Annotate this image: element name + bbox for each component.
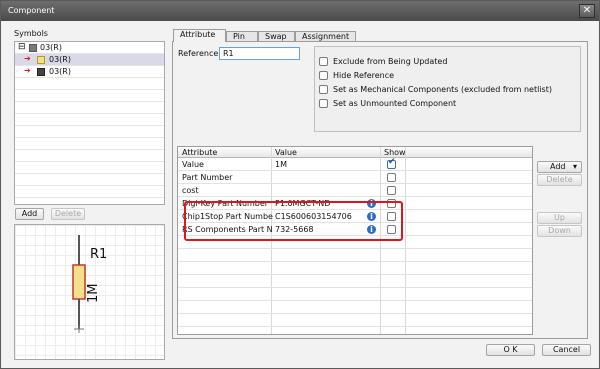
column-show[interactable]: Show <box>384 148 406 157</box>
grid-row[interactable]: Part Number <box>178 171 532 184</box>
attribute-name: cost <box>182 186 199 195</box>
tree-empty-row <box>15 174 164 186</box>
window-title: Component <box>8 6 55 15</box>
attribute-panel: Reference R1 Exclude from Being Updated … <box>172 41 588 339</box>
part-icon <box>37 56 45 64</box>
attribute-value[interactable]: 1M <box>275 160 287 169</box>
tree-empty-row <box>15 78 164 90</box>
tree-empty-row <box>15 138 164 150</box>
tree-empty-row <box>15 162 164 174</box>
part-icon <box>37 68 45 76</box>
move-up-button[interactable]: Up <box>537 212 582 224</box>
highlight-box <box>184 201 403 241</box>
column-attribute[interactable]: Attribute <box>182 148 217 157</box>
add-label: Add <box>550 162 566 171</box>
tree-empty-row <box>15 186 164 198</box>
cancel-button[interactable]: Cancel <box>542 344 591 356</box>
tree-item-label: 03(R) <box>49 55 71 64</box>
ok-button[interactable]: O K <box>486 344 535 356</box>
tree-empty-row <box>15 150 164 162</box>
checkbox[interactable] <box>319 85 328 94</box>
reference-input[interactable]: R1 <box>219 47 300 60</box>
symbols-tree[interactable]: ⊟ 03(R) ➔ 03(R) ➔ 03(R) <box>14 41 165 205</box>
reference-label: Reference <box>178 49 219 58</box>
grid-row[interactable]: cost <box>178 184 532 197</box>
preview-value: 1M <box>86 283 101 304</box>
collapse-icon[interactable]: ⊟ <box>18 42 26 52</box>
column-value[interactable]: Value <box>275 148 297 157</box>
symbols-label: Symbols <box>14 29 48 38</box>
symbol-icon <box>29 44 37 52</box>
move-down-button[interactable]: Down <box>537 225 582 237</box>
grid-empty-row <box>178 249 532 262</box>
grid-header: Attribute Value Show <box>178 147 532 158</box>
option-hide-reference[interactable]: Hide Reference <box>319 71 394 81</box>
attribute-name: Value <box>182 160 204 169</box>
options-box: Exclude from Being Updated Hide Referenc… <box>314 46 581 132</box>
tree-item-label: 03(R) <box>49 67 71 76</box>
attribute-delete-button[interactable]: Delete <box>537 174 582 186</box>
checkbox[interactable] <box>319 99 328 108</box>
tree-item-label: 03(R) <box>40 43 62 52</box>
tree-empty-row <box>15 114 164 126</box>
close-button[interactable]: ✕ <box>579 4 595 18</box>
grid-empty-row <box>178 314 532 327</box>
show-checkbox[interactable] <box>387 186 396 195</box>
close-icon: ✕ <box>582 5 592 16</box>
component-dialog: Component ✕ Symbols ⊟ 03(R) ➔ 03(R) ➔ 03… <box>0 0 600 369</box>
dialog-client: Symbols ⊟ 03(R) ➔ 03(R) ➔ 03(R) Add Dele… <box>2 21 598 368</box>
tree-item-root[interactable]: ⊟ 03(R) <box>15 42 164 54</box>
grid-empty-row <box>178 275 532 288</box>
attribute-add-button[interactable]: Add ▾ <box>537 161 582 173</box>
symbol-add-button[interactable]: Add <box>15 208 44 220</box>
checkbox[interactable] <box>319 71 328 80</box>
preview-reference: R1 <box>90 247 108 262</box>
arrow-right-icon: ➔ <box>24 54 31 63</box>
grid-empty-row <box>178 262 532 275</box>
symbol-preview: R1 1M <box>14 224 165 360</box>
grid-row[interactable]: Value 1M ✔ <box>178 157 532 171</box>
option-exclude-updated[interactable]: Exclude from Being Updated <box>319 57 447 67</box>
option-unmounted[interactable]: Set as Unmounted Component <box>319 99 456 109</box>
dropdown-arrow-icon: ▾ <box>572 162 577 171</box>
attribute-name: Part Number <box>182 173 233 182</box>
tree-empty-row <box>15 102 164 114</box>
show-checkbox[interactable] <box>387 173 396 182</box>
checkmark-icon: ✔ <box>388 157 396 167</box>
tree-empty-row <box>15 90 164 102</box>
show-checkbox[interactable]: ✔ <box>387 157 396 169</box>
title-bar[interactable]: Component ✕ <box>1 1 599 21</box>
option-mechanical[interactable]: Set as Mechanical Components (excluded f… <box>319 85 552 95</box>
tree-item-child-2[interactable]: ➔ 03(R) <box>15 66 164 78</box>
tree-empty-row <box>15 126 164 138</box>
checkbox[interactable] <box>319 57 328 66</box>
arrow-right-icon: ➔ <box>24 66 31 75</box>
grid-empty-row <box>178 301 532 314</box>
tab-attribute[interactable]: Attribute <box>173 29 226 42</box>
tree-item-child-1[interactable]: ➔ 03(R) <box>15 54 164 66</box>
grid-empty-row <box>178 288 532 301</box>
symbol-delete-button[interactable]: Delete <box>51 208 85 220</box>
attribute-grid[interactable]: Attribute Value Show Value 1M ✔ Part Num… <box>177 146 533 335</box>
